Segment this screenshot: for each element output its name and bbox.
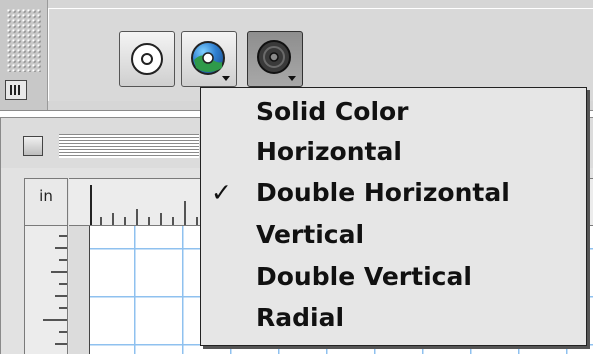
dropdown-triangle-icon (222, 76, 230, 81)
gradient-globe-icon (191, 41, 230, 81)
vertical-ruler-ticks (43, 235, 67, 345)
menu-item-label: Horizontal (256, 137, 402, 166)
check-icon: ✓ (211, 178, 232, 207)
solid-fill-button[interactable] (119, 31, 175, 87)
menu-item-radial[interactable]: Radial (201, 300, 586, 336)
menu-item-label: Solid Color (256, 97, 409, 126)
canvas-margin (69, 226, 89, 354)
menu-item-double-horizontal[interactable]: ✓ Double Horizontal (201, 175, 586, 211)
menu-item-solid-color[interactable]: Solid Color (201, 94, 586, 130)
menu-item-label: Vertical (256, 220, 365, 249)
grip-texture (6, 8, 42, 72)
ruler-unit-label: in (39, 187, 53, 205)
menu-item-double-vertical[interactable]: Double Vertical (201, 259, 586, 295)
vertical-ruler[interactable] (24, 226, 68, 354)
menu-item-vertical[interactable]: Vertical (201, 217, 586, 253)
dropdown-triangle-icon (288, 76, 296, 81)
palette-drag-grip[interactable] (0, 0, 48, 110)
palette-collapse-box[interactable] (5, 80, 27, 100)
titlebar-stripes (59, 134, 199, 158)
solid-circle-icon (131, 43, 163, 75)
dark-circle-icon (257, 40, 296, 81)
gradient-type-menu: Solid Color Horizontal ✓ Double Horizont… (200, 87, 587, 346)
menu-item-label: Radial (256, 303, 345, 332)
menu-item-horizontal[interactable]: Horizontal (201, 134, 586, 170)
close-box-icon[interactable] (23, 136, 43, 156)
texture-fill-button[interactable] (247, 31, 303, 87)
menu-item-label: Double Horizontal (256, 178, 510, 207)
gradient-fill-button[interactable] (181, 31, 237, 87)
menu-item-label: Double Vertical (256, 262, 472, 291)
ruler-unit-corner[interactable]: in (24, 178, 68, 226)
